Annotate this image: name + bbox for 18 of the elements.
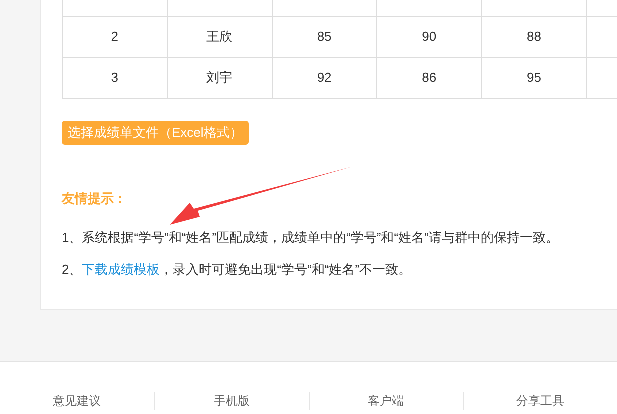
footer-link[interactable]: 分享工具 bbox=[516, 392, 564, 410]
table-cell: 3 bbox=[62, 57, 168, 98]
tip-text: 2、下载成绩模板，录入时可避免出现“学号”和“姓名”不一致。 bbox=[62, 260, 413, 279]
footer-link[interactable]: 意见建议 bbox=[53, 392, 102, 410]
footer-link[interactable]: 客户端 bbox=[368, 392, 404, 410]
tip-text: 1、系统根据“学号”和“姓名”匹配成绩，成绩单中的“学号”和“姓名”请与群中的保持一致。 bbox=[62, 229, 560, 248]
table-cell: 90 bbox=[376, 16, 482, 57]
table-cell: 95 bbox=[482, 57, 587, 98]
table-cell: 92 bbox=[272, 57, 377, 98]
download-template-link[interactable]: 下载成绩模板 bbox=[82, 262, 160, 277]
footer-link[interactable]: 手机版 bbox=[214, 392, 250, 410]
table-cell: 86 bbox=[376, 57, 482, 98]
table-cell: 刘宇 bbox=[167, 57, 272, 98]
table-cell: 2 bbox=[62, 16, 168, 57]
table-cell: 85 bbox=[272, 16, 377, 57]
tips-title: 友情提示： bbox=[62, 190, 128, 208]
table-cell: 88 bbox=[482, 16, 587, 57]
table-cell: 王欣 bbox=[167, 16, 272, 57]
